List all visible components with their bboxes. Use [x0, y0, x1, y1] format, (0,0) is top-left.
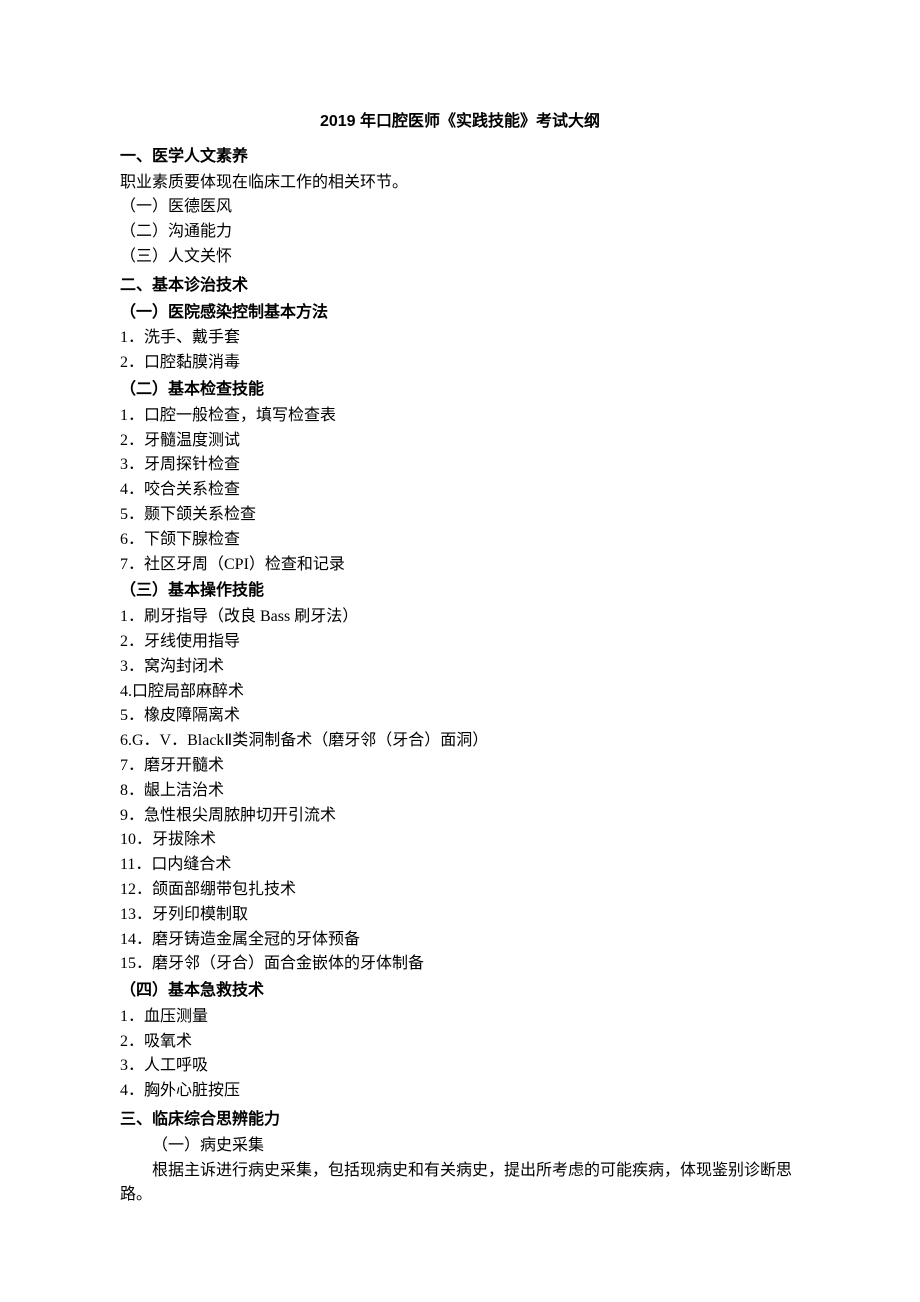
section-2-sub2-item: 6．下颌下腺检查	[120, 528, 800, 553]
document-title: 2019 年口腔医师《实践技能》考试大纲	[120, 110, 800, 135]
section-1-intro: 职业素质要体现在临床工作的相关环节。	[120, 171, 800, 196]
section-2-sub2-item: 5．颞下颌关系检查	[120, 503, 800, 528]
section-2-sub3-item: 3．窝沟封闭术	[120, 655, 800, 680]
section-1-item: （一）医德医风	[120, 195, 800, 220]
section-2-heading: 二、基本诊治技术	[120, 274, 800, 299]
section-1-item: （二）沟通能力	[120, 220, 800, 245]
section-2-sub4-heading: （四）基本急救技术	[120, 979, 800, 1004]
section-2-sub3-item: 10．牙拔除术	[120, 828, 800, 853]
section-2-sub4-item: 2．吸氧术	[120, 1030, 800, 1055]
section-2-sub1-item: 1．洗手、戴手套	[120, 326, 800, 351]
section-2-sub3-item: 7．磨牙开髓术	[120, 754, 800, 779]
section-2-sub3-heading: （三）基本操作技能	[120, 579, 800, 604]
section-1-heading: 一、医学人文素养	[120, 145, 800, 170]
section-2-sub4-item: 4．胸外心脏按压	[120, 1079, 800, 1104]
section-2-sub3-item: 8．龈上洁治术	[120, 779, 800, 804]
section-3-sub1-body: 根据主诉进行病史采集，包括现病史和有关病史，提出所考虑的可能疾病，体现鉴别诊断思…	[120, 1159, 800, 1209]
section-2-sub2-item: 1．口腔一般检查，填写检查表	[120, 404, 800, 429]
section-2-sub3-item: 11．口内缝合术	[120, 853, 800, 878]
section-2-sub3-item: 14．磨牙铸造金属全冠的牙体预备	[120, 928, 800, 953]
section-3-sub1-heading: （一）病史采集	[120, 1134, 800, 1159]
section-2-sub3-item: 2．牙线使用指导	[120, 630, 800, 655]
section-2-sub3-item: 15．磨牙邻（牙合）面合金嵌体的牙体制备	[120, 952, 800, 977]
section-2-sub2-item: 3．牙周探针检查	[120, 453, 800, 478]
section-2-sub3-item: 12．颌面部绷带包扎技术	[120, 878, 800, 903]
document-page: 2019 年口腔医师《实践技能》考试大纲 一、医学人文素养 职业素质要体现在临床…	[0, 0, 920, 1302]
section-1-item: （三）人文关怀	[120, 245, 800, 270]
section-2-sub4-item: 3．人工呼吸	[120, 1054, 800, 1079]
section-3-heading: 三、临床综合思辨能力	[120, 1108, 800, 1133]
section-2-sub2-item: 4．咬合关系检查	[120, 478, 800, 503]
section-2-sub3-item: 13．牙列印模制取	[120, 903, 800, 928]
section-2-sub2-item: 7．社区牙周（CPI）检查和记录	[120, 553, 800, 578]
section-2-sub1-heading: （一）医院感染控制基本方法	[120, 301, 800, 326]
section-2-sub4-item: 1．血压测量	[120, 1005, 800, 1030]
section-2-sub3-item: 6.G．V．BlackⅡ类洞制备术（磨牙邻（牙合）面洞）	[120, 729, 800, 754]
section-2-sub3-item: 9．急性根尖周脓肿切开引流术	[120, 804, 800, 829]
section-2-sub2-heading: （二）基本检查技能	[120, 378, 800, 403]
section-2-sub2-item: 2．牙髓温度测试	[120, 429, 800, 454]
section-2-sub3-item: 1．刷牙指导（改良 Bass 刷牙法）	[120, 605, 800, 630]
section-2-sub3-item: 5．橡皮障隔离术	[120, 704, 800, 729]
section-2-sub1-item: 2．口腔黏膜消毒	[120, 351, 800, 376]
section-2-sub3-item: 4.口腔局部麻醉术	[120, 680, 800, 705]
